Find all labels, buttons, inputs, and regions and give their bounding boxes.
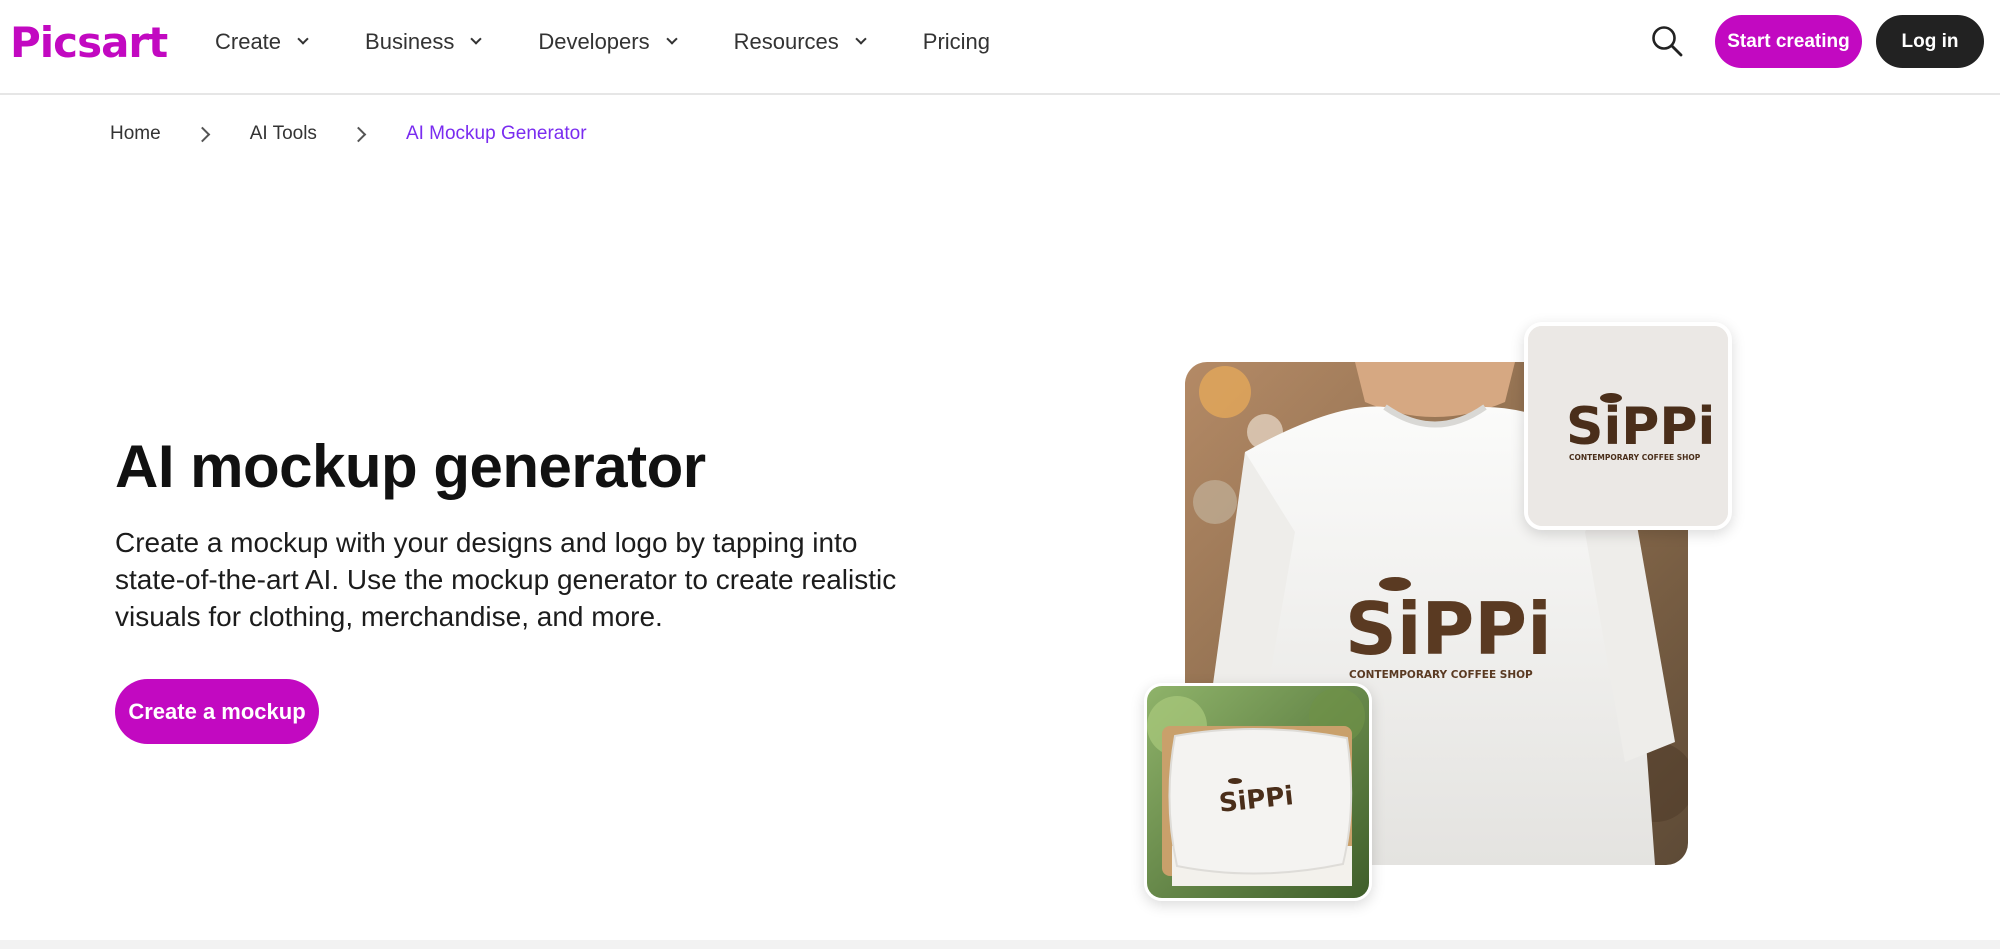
picsart-logo[interactable]: Picsart: [10, 18, 168, 67]
nav-business-label: Business: [365, 29, 455, 54]
nav-developers[interactable]: Developers: [538, 29, 678, 55]
nav-create-label: Create: [215, 29, 282, 54]
nav-resources-label: Resources: [733, 29, 839, 54]
svg-text:CONTEMPORARY COFFEE SHOP: CONTEMPORARY COFFEE SHOP: [1569, 453, 1701, 462]
top-navigation-bar: Picsart Create Business Developers Resou…: [0, 0, 2000, 95]
breadcrumb-current[interactable]: AI Mockup Generator: [406, 123, 587, 145]
chevron-down-icon: [855, 33, 867, 45]
hero-description: Create a mockup with your designs and lo…: [115, 527, 897, 632]
chevron-right-icon: [194, 126, 210, 142]
main-nav: Create Business Developers Resources Pri…: [215, 0, 1048, 84]
chevron-down-icon: [470, 33, 482, 45]
section-divider: [0, 940, 2000, 949]
svg-text:CONTEMPORARY COFFEE SHOP: CONTEMPORARY COFFEE SHOP: [1349, 669, 1533, 681]
svg-text:SiPPi: SiPPi: [1345, 587, 1552, 671]
nav-resources[interactable]: Resources: [733, 29, 867, 55]
nav-create[interactable]: Create: [215, 29, 309, 55]
svg-text:SiPPi: SiPPi: [1566, 397, 1715, 457]
create-mockup-button[interactable]: Create a mockup: [115, 679, 319, 744]
breadcrumb-ai-tools[interactable]: AI Tools: [250, 123, 317, 145]
log-in-button[interactable]: Log in: [1876, 15, 1984, 68]
breadcrumb-home[interactable]: Home: [110, 123, 161, 145]
chevron-down-icon: [665, 33, 678, 45]
sippi-logo-card: SiPPi CONTEMPORARY COFFEE SHOP: [1524, 322, 1732, 530]
nav-business[interactable]: Business: [365, 29, 482, 55]
chevron-right-icon: [350, 126, 367, 142]
search-icon[interactable]: [1650, 24, 1684, 58]
start-creating-button[interactable]: Start creating: [1715, 15, 1862, 68]
pillow-mockup-image: SiPPi: [1144, 683, 1372, 901]
nav-developers-label: Developers: [538, 29, 650, 54]
page-title: AI mockup generator: [115, 433, 706, 500]
sippi-logo-on-shirt: SiPPi CONTEMPORARY COFFEE SHOP: [1345, 577, 1552, 681]
nav-pricing[interactable]: Pricing: [923, 29, 990, 55]
nav-pricing-label: Pricing: [922, 29, 991, 54]
chevron-down-icon: [297, 33, 309, 45]
breadcrumb: Home AI Tools AI Mockup Generator: [110, 120, 587, 148]
